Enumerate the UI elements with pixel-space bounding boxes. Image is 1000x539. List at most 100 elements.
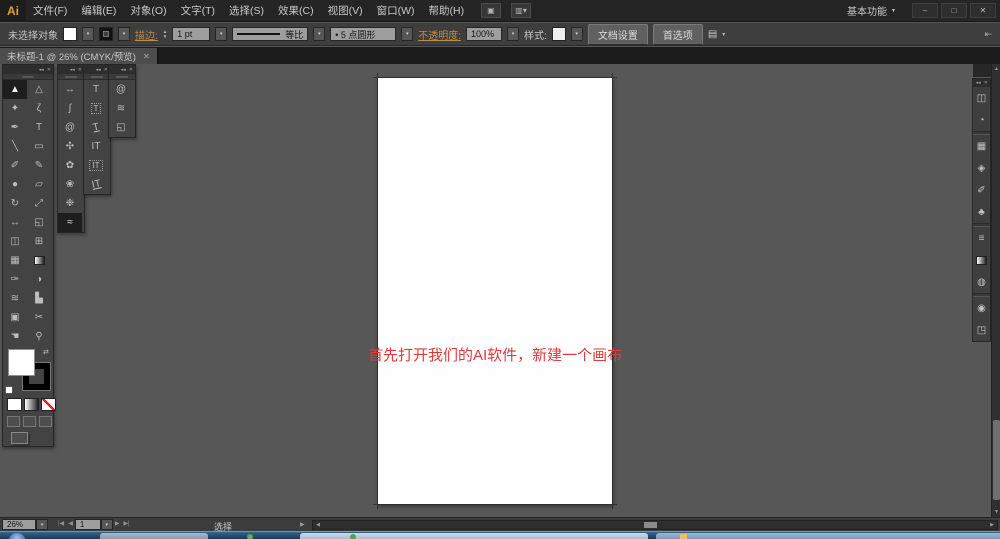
gradient-panel-icon[interactable] bbox=[973, 249, 990, 271]
opacity-dropdown-icon[interactable]: ▾ bbox=[507, 27, 520, 41]
panel-collapse-icon[interactable]: ◂◂ bbox=[39, 67, 44, 73]
start-button[interactable] bbox=[8, 533, 26, 539]
document-tab[interactable]: 未标题-1 @ 26% (CMYK/预览) ✕ bbox=[0, 47, 158, 65]
gradient-button[interactable] bbox=[24, 398, 39, 411]
layers-panel-icon[interactable]: ◈ bbox=[973, 157, 990, 179]
taskbar-app-icon[interactable] bbox=[247, 534, 253, 539]
stroke-width-field[interactable]: 1 pt bbox=[172, 27, 211, 41]
palette-header[interactable]: ◂◂ ✕ bbox=[58, 65, 84, 74]
column-graph-tool[interactable]: ▙ bbox=[27, 289, 51, 308]
fill-dropdown-icon[interactable]: ▾ bbox=[82, 27, 94, 41]
draw-inside-button[interactable] bbox=[39, 416, 52, 427]
vertical-type-tool[interactable]: IT bbox=[84, 137, 108, 156]
close-button[interactable]: ✕ bbox=[970, 3, 996, 18]
vertical-area-type-tool[interactable]: IT bbox=[84, 156, 108, 175]
artboard-number-field[interactable]: 1 bbox=[74, 519, 101, 530]
width-tool[interactable]: ↔ bbox=[3, 213, 27, 232]
panel-collapse-icon[interactable]: ◂◂ bbox=[70, 67, 75, 73]
draw-normal-button[interactable] bbox=[7, 416, 20, 427]
perspective-grid-tool[interactable]: ⊞ bbox=[27, 232, 51, 251]
document-setup-button[interactable]: 文档设置 bbox=[587, 23, 648, 45]
menu-item-9[interactable]: 帮助(H) bbox=[422, 0, 472, 22]
status-expand-icon[interactable]: ▶ bbox=[300, 521, 305, 528]
scroll-right-icon[interactable]: ▶ bbox=[987, 521, 997, 529]
stroke-color-swatch[interactable] bbox=[99, 27, 113, 41]
panel-collapse-icon[interactable]: ◂◂ bbox=[976, 80, 981, 86]
none-button[interactable] bbox=[41, 398, 56, 411]
panel-close-icon[interactable]: ✕ bbox=[129, 67, 133, 73]
brushes-panel-icon[interactable]: ✐ bbox=[973, 179, 990, 201]
tab-close-icon[interactable]: ✕ bbox=[143, 52, 150, 61]
type-tool[interactable]: T bbox=[27, 118, 51, 137]
horizontal-scroll-thumb[interactable] bbox=[644, 522, 657, 528]
vertical-scrollbar[interactable]: ▲ ▼ bbox=[991, 64, 1000, 517]
screen-mode-button[interactable] bbox=[11, 432, 28, 444]
palette-header[interactable]: ◂◂ ✕ bbox=[84, 65, 110, 74]
workspace-switcher[interactable]: 基本功能 ▾ bbox=[847, 3, 895, 18]
palette-header[interactable]: ◂◂ ✕ bbox=[3, 65, 53, 74]
navigator-panel-icon[interactable]: ◔ bbox=[973, 109, 990, 131]
draw-behind-button[interactable] bbox=[23, 416, 36, 427]
eraser-tool[interactable]: ▱ bbox=[27, 175, 51, 194]
menu-item-2[interactable]: 编辑(E) bbox=[74, 0, 123, 22]
slice-tool[interactable]: ✂ bbox=[27, 308, 51, 327]
gradient-tool[interactable] bbox=[27, 251, 51, 270]
scroll-up-icon[interactable]: ▲ bbox=[992, 64, 1000, 74]
style-dropdown-icon[interactable]: ▾ bbox=[570, 27, 583, 41]
spiral-tool[interactable]: @ bbox=[109, 80, 133, 99]
opacity-field[interactable]: 100% bbox=[466, 27, 503, 41]
horizontal-scrollbar[interactable]: ◀ ▶ bbox=[312, 520, 998, 530]
swatches-panel-icon[interactable]: ▦ bbox=[973, 135, 990, 157]
brush-definition-select[interactable]: • 5 点圆形 bbox=[330, 27, 397, 41]
taskbar-button[interactable] bbox=[100, 533, 208, 539]
width-profile-select[interactable]: 等比 bbox=[232, 27, 309, 41]
panel-collapse-icon[interactable]: ◂◂ bbox=[121, 67, 126, 73]
arrange-documents-icon[interactable]: ▥▾ bbox=[511, 3, 532, 18]
panel-close-icon[interactable]: ✕ bbox=[47, 67, 51, 73]
fill-color-proxy[interactable] bbox=[8, 349, 35, 376]
previous-artboard-icon[interactable]: ◀ bbox=[66, 518, 75, 530]
panel-menu-icon[interactable]: ▤ bbox=[708, 29, 717, 40]
color-panel-icon[interactable]: ◉ bbox=[973, 297, 990, 319]
blob-brush-tool[interactable]: ● bbox=[3, 175, 27, 194]
blend-tool[interactable]: ◑ bbox=[27, 270, 51, 289]
hand-tool[interactable]: ☚ bbox=[3, 327, 27, 346]
selection-tool[interactable]: ▲ bbox=[3, 80, 27, 99]
palette-header[interactable]: ◂◂ ✕ bbox=[109, 65, 135, 74]
menu-item-1[interactable]: 文件(F) bbox=[26, 0, 74, 22]
mesh-tool[interactable]: ▦ bbox=[3, 251, 27, 270]
scroll-down-icon[interactable]: ▼ bbox=[992, 507, 1000, 517]
palette-grip[interactable] bbox=[84, 74, 110, 80]
palette-grip[interactable] bbox=[109, 74, 135, 80]
shape-builder-tool[interactable]: ◫ bbox=[3, 232, 27, 251]
line-segment-tool[interactable]: ╲ bbox=[3, 137, 27, 156]
menu-item-8[interactable]: 窗口(W) bbox=[370, 0, 422, 22]
palette-grip[interactable] bbox=[58, 74, 84, 80]
swap-fill-stroke-icon[interactable]: ⇄ bbox=[43, 348, 49, 356]
opacity-panel-link[interactable]: 不透明度: bbox=[418, 27, 461, 42]
lasso-tool[interactable]: ζ bbox=[27, 99, 51, 118]
menu-item-7[interactable]: 视图(V) bbox=[321, 0, 370, 22]
area-type-tool[interactable]: T bbox=[84, 99, 108, 118]
pen-tool[interactable]: ✒ bbox=[3, 118, 27, 137]
vertical-scroll-thumb[interactable] bbox=[993, 420, 1000, 500]
zoom-level-field[interactable]: 26% bbox=[2, 519, 36, 530]
type-tool[interactable]: T bbox=[84, 80, 108, 99]
taskbar-button[interactable] bbox=[656, 533, 1000, 539]
taskbar-app-icon[interactable] bbox=[680, 534, 687, 539]
fill-color-swatch[interactable] bbox=[63, 27, 77, 41]
menu-item-4[interactable]: 文字(T) bbox=[174, 0, 222, 22]
wrinkle-tool[interactable]: ≈ bbox=[58, 213, 82, 232]
menu-item-6[interactable]: 效果(C) bbox=[271, 0, 321, 22]
bloat-tool[interactable]: ✿ bbox=[58, 156, 82, 175]
panel-collapse-icon[interactable]: ◂◂ bbox=[96, 67, 101, 73]
scallop-tool[interactable]: ❀ bbox=[58, 175, 82, 194]
width-profile-dropdown-icon[interactable]: ▾ bbox=[313, 27, 326, 41]
pencil-tool[interactable]: ✎ bbox=[27, 156, 51, 175]
artboard-dropdown-icon[interactable]: ▾ bbox=[100, 519, 113, 530]
stroke-width-stepper[interactable]: ▲ ▼ bbox=[163, 29, 167, 39]
rotate-tool[interactable]: ↻ bbox=[3, 194, 27, 213]
eyedropper-tool[interactable]: ✑ bbox=[3, 270, 27, 289]
scroll-left-icon[interactable]: ◀ bbox=[313, 521, 323, 529]
bridge-icon[interactable]: ▣ bbox=[481, 3, 502, 18]
